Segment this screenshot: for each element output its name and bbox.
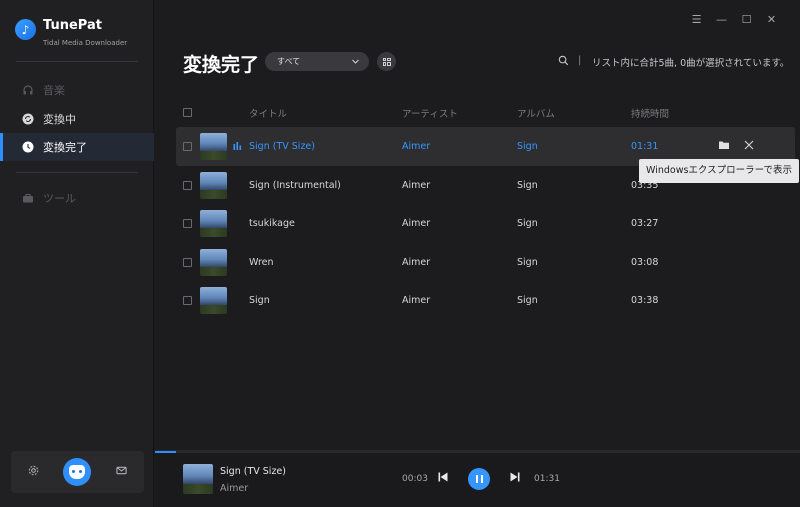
sidebar-bottom-bar <box>11 451 144 493</box>
tooltip-open-in-explorer: Windowsエクスプローラーで表示 <box>639 159 800 183</box>
page-title: 変換完了 <box>183 54 260 76</box>
cat-mascot-icon <box>69 465 85 479</box>
separator: | <box>578 55 582 66</box>
column-duration: 持続時間 <box>631 109 670 120</box>
sidebar-item-tools[interactable]: ツール <box>0 184 154 212</box>
row-checkbox[interactable] <box>183 181 192 190</box>
column-title: タイトル <box>249 109 288 120</box>
current-time: 00:03 <box>402 474 428 484</box>
toolbox-icon <box>22 192 34 204</box>
chevron-down-icon <box>351 52 360 79</box>
sidebar-item-converting[interactable]: 変換中 <box>0 105 154 133</box>
settings-gear-icon[interactable] <box>28 465 39 479</box>
now-playing-title: Sign (TV Size) <box>220 466 286 477</box>
filter-dropdown[interactable]: すべて <box>265 52 369 71</box>
progress-fill <box>155 451 177 453</box>
album-art <box>200 172 227 199</box>
track-artist: Aimer <box>402 141 431 152</box>
folder-icon[interactable] <box>718 139 730 154</box>
track-duration: 01:31 <box>631 141 659 152</box>
track-artist: Aimer <box>402 257 431 268</box>
window-controls: ☰ — ☐ ✕ <box>684 13 784 26</box>
sidebar-item-label: ツール <box>43 192 76 205</box>
row-checkbox[interactable] <box>183 219 192 228</box>
sidebar-item-music[interactable]: 音楽 <box>0 76 154 104</box>
sidebar-item-label: 変換中 <box>43 113 76 126</box>
grid-view-button[interactable] <box>377 52 396 71</box>
table-header: タイトル アーティスト アルバム 持続時間 <box>155 104 800 120</box>
column-artist: アーティスト <box>402 109 458 120</box>
track-artist: Aimer <box>402 218 431 229</box>
logo-glyph: ♪ <box>21 22 30 37</box>
album-art <box>200 287 227 314</box>
converting-icon <box>22 113 34 125</box>
tunepat-logo-icon: ♪ <box>15 19 36 40</box>
album-art <box>200 133 227 160</box>
sidebar-item-converted[interactable]: 変換完了 <box>0 133 154 161</box>
avatar[interactable] <box>63 458 91 486</box>
track-artist: Aimer <box>402 180 431 191</box>
track-album: Sign <box>517 141 538 152</box>
brand: ♪ TunePat Tidal Media Downloader <box>15 19 127 47</box>
mail-icon[interactable] <box>116 465 127 479</box>
track-duration: 03:38 <box>631 295 659 306</box>
track-album: Sign <box>517 295 538 306</box>
track-album: Sign <box>517 218 538 229</box>
column-album: アルバム <box>517 109 555 120</box>
delete-close-icon[interactable] <box>743 139 755 154</box>
row-checkbox[interactable] <box>183 296 192 305</box>
now-playing-art <box>183 464 213 494</box>
track-artist: Aimer <box>402 295 431 306</box>
pause-button[interactable] <box>468 468 490 490</box>
track-album: Sign <box>517 257 538 268</box>
track-album: Sign <box>517 180 538 191</box>
app-name: TunePat <box>43 18 102 33</box>
track-duration: 03:27 <box>631 218 659 229</box>
next-track-icon[interactable] <box>509 471 521 486</box>
row-checkbox[interactable] <box>183 142 192 151</box>
maximize-icon[interactable]: ☐ <box>734 13 759 26</box>
sidebar-divider <box>16 61 138 62</box>
album-art <box>200 210 227 237</box>
total-time: 01:31 <box>534 474 560 484</box>
search-icon[interactable] <box>558 55 569 69</box>
track-title: tsukikage <box>249 218 295 229</box>
sidebar-divider <box>16 172 138 173</box>
player-bar: Sign (TV Size) Aimer 00:03 01:31 <box>155 450 800 507</box>
previous-track-icon[interactable] <box>437 471 449 486</box>
track-duration: 03:08 <box>631 257 659 268</box>
playing-bars-icon <box>233 141 242 153</box>
row-checkbox[interactable] <box>183 258 192 267</box>
menu-icon[interactable]: ☰ <box>684 13 709 26</box>
table-row[interactable]: Wren Aimer Sign 03:08 <box>176 243 795 282</box>
minimize-icon[interactable]: — <box>709 13 734 26</box>
clock-icon <box>22 141 34 153</box>
sidebar: ♪ TunePat Tidal Media Downloader 音楽 変換中 … <box>0 0 154 507</box>
track-title: Sign (TV Size) <box>249 141 315 152</box>
sidebar-item-label: 変換完了 <box>43 141 87 154</box>
sidebar-item-label: 音楽 <box>43 84 65 97</box>
track-title: Wren <box>249 257 274 268</box>
select-all-checkbox[interactable] <box>183 108 192 117</box>
grid-icon <box>382 57 391 66</box>
table-row[interactable]: Sign Aimer Sign 03:38 <box>176 281 795 320</box>
now-playing-artist: Aimer <box>220 483 249 494</box>
filter-value: すべて <box>277 57 301 66</box>
app-subtitle: Tidal Media Downloader <box>43 39 128 47</box>
track-title: Sign (Instrumental) <box>249 180 341 191</box>
close-icon[interactable]: ✕ <box>759 13 784 26</box>
table-row[interactable]: tsukikage Aimer Sign 03:27 <box>176 204 795 243</box>
headphones-icon <box>22 84 34 96</box>
main-panel: ☰ — ☐ ✕ 変換完了 すべて | リスト内に合計5曲, 0曲が選択されていま… <box>155 0 800 450</box>
progress-track[interactable] <box>155 451 800 453</box>
list-status: リスト内に合計5曲, 0曲が選択されています。 <box>592 58 790 69</box>
album-art <box>200 249 227 276</box>
track-title: Sign <box>249 295 270 306</box>
